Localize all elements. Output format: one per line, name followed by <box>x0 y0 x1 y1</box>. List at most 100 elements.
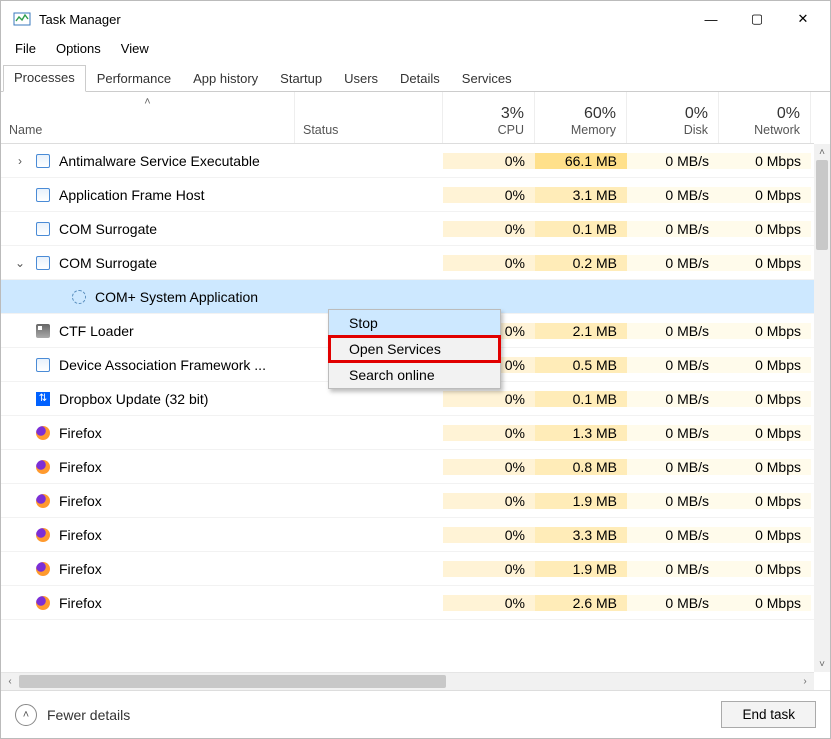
col-header-memory[interactable]: 60% Memory <box>535 92 627 143</box>
memory-label: Memory <box>571 123 616 137</box>
scroll-left-icon[interactable]: ‹ <box>1 676 19 687</box>
scroll-right-icon[interactable]: › <box>796 676 814 687</box>
cpu-label: CPU <box>498 123 524 137</box>
end-task-button[interactable]: End task <box>721 701 816 728</box>
vertical-scroll-thumb[interactable] <box>816 160 828 250</box>
fewer-details-button[interactable]: ˄ Fewer details <box>15 704 130 726</box>
tab-details[interactable]: Details <box>389 66 451 92</box>
process-net: 0 Mbps <box>719 425 811 441</box>
app-window-icon <box>35 153 51 169</box>
process-disk: 0 MB/s <box>627 153 719 169</box>
app-window-icon <box>35 255 51 271</box>
process-cpu: 0% <box>443 459 535 475</box>
process-mem: 0.8 MB <box>535 459 627 475</box>
fewer-details-label: Fewer details <box>47 707 130 723</box>
tab-performance[interactable]: Performance <box>86 66 182 92</box>
process-disk: 0 MB/s <box>627 221 719 237</box>
process-net: 0 Mbps <box>719 323 811 339</box>
ctx-search-online[interactable]: Search online <box>329 362 500 388</box>
process-disk: 0 MB/s <box>627 459 719 475</box>
col-header-status[interactable]: Status <box>295 92 443 143</box>
process-row[interactable]: Application Frame Host0%3.1 MB0 MB/s0 Mb… <box>1 178 814 212</box>
maximize-icon: ▢ <box>751 11 763 27</box>
col-header-status-label: Status <box>303 123 338 137</box>
menu-view[interactable]: View <box>113 39 157 58</box>
process-net: 0 Mbps <box>719 187 811 203</box>
sort-indicator-icon: ˄ <box>144 96 150 108</box>
process-row[interactable]: ⌄COM Surrogate0%0.2 MB0 MB/s0 Mbps <box>1 246 814 280</box>
process-net: 0 Mbps <box>719 527 811 543</box>
minimize-button[interactable]: — <box>688 4 734 34</box>
tab-app-history[interactable]: App history <box>182 66 269 92</box>
tab-startup[interactable]: Startup <box>269 66 333 92</box>
process-mem: 2.1 MB <box>535 323 627 339</box>
hscroll-track[interactable] <box>19 673 796 690</box>
col-header-name-label: Name <box>9 123 42 137</box>
process-mem: 66.1 MB <box>535 153 627 169</box>
maximize-button[interactable]: ▢ <box>734 4 780 34</box>
app-icon <box>13 10 31 28</box>
tab-processes[interactable]: Processes <box>3 65 86 92</box>
horizontal-scroll-thumb[interactable] <box>19 675 446 688</box>
process-disk: 0 MB/s <box>627 255 719 271</box>
ctx-stop[interactable]: Stop <box>329 310 500 336</box>
process-row[interactable]: COM Surrogate0%0.1 MB0 MB/s0 Mbps <box>1 212 814 246</box>
scroll-down-icon[interactable]: ˅ <box>814 656 830 672</box>
process-cpu: 0% <box>443 561 535 577</box>
process-mem: 3.3 MB <box>535 527 627 543</box>
close-button[interactable]: ✕ <box>780 4 826 34</box>
process-grid: ˄ Name Status 3% CPU 60% Memory 0% Disk <box>1 92 814 672</box>
scroll-up-icon[interactable]: ˄ <box>814 144 830 160</box>
process-net: 0 Mbps <box>719 391 811 407</box>
tab-services[interactable]: Services <box>451 66 523 92</box>
process-disk: 0 MB/s <box>627 187 719 203</box>
footer: ˄ Fewer details End task <box>1 690 830 738</box>
app-window-icon <box>35 221 51 237</box>
process-name: COM+ System Application <box>95 289 258 305</box>
col-header-network[interactable]: 0% Network <box>719 92 811 143</box>
process-net: 0 Mbps <box>719 153 811 169</box>
process-mem: 0.1 MB <box>535 391 627 407</box>
tab-strip: Processes Performance App history Startu… <box>1 64 830 92</box>
process-disk: 0 MB/s <box>627 527 719 543</box>
chevron-up-icon: ˄ <box>15 704 37 726</box>
process-grid-area: ˄ Name Status 3% CPU 60% Memory 0% Disk <box>1 92 830 690</box>
col-header-name[interactable]: ˄ Name <box>1 92 295 143</box>
titlebar: Task Manager — ▢ ✕ <box>1 1 830 37</box>
process-row[interactable]: Firefox0%1.9 MB0 MB/s0 Mbps <box>1 484 814 518</box>
ctx-open-services[interactable]: Open Services <box>329 336 500 362</box>
menu-file[interactable]: File <box>7 39 44 58</box>
process-cpu: 0% <box>443 153 535 169</box>
process-name: Antimalware Service Executable <box>59 153 260 169</box>
vertical-scrollbar[interactable]: ˄ ˅ <box>814 144 830 672</box>
menu-options[interactable]: Options <box>48 39 109 58</box>
col-header-cpu[interactable]: 3% CPU <box>443 92 535 143</box>
horizontal-scrollbar[interactable]: ‹ › <box>1 672 814 690</box>
window-title: Task Manager <box>39 12 121 27</box>
process-cpu: 0% <box>443 221 535 237</box>
process-row[interactable]: Firefox0%1.3 MB0 MB/s0 Mbps <box>1 416 814 450</box>
ctf-icon <box>35 323 51 339</box>
process-row[interactable]: Firefox0%3.3 MB0 MB/s0 Mbps <box>1 518 814 552</box>
tab-users[interactable]: Users <box>333 66 389 92</box>
process-row[interactable]: Firefox0%2.6 MB0 MB/s0 Mbps <box>1 586 814 620</box>
expander-icon[interactable]: ⌄ <box>13 256 27 270</box>
process-name: Dropbox Update (32 bit) <box>59 391 208 407</box>
process-net: 0 Mbps <box>719 255 811 271</box>
process-row[interactable]: Firefox0%0.8 MB0 MB/s0 Mbps <box>1 450 814 484</box>
process-row[interactable]: › Antimalware Service Executable 0%66.1 MB… <box>1 144 814 178</box>
col-header-disk[interactable]: 0% Disk <box>627 92 719 143</box>
expander-icon[interactable]: › <box>13 154 27 168</box>
firefox-icon <box>35 527 51 543</box>
firefox-icon <box>35 595 51 611</box>
process-cpu: 0% <box>443 595 535 611</box>
process-net: 0 Mbps <box>719 595 811 611</box>
disk-label: Disk <box>684 123 708 137</box>
firefox-icon <box>35 493 51 509</box>
process-name: Firefox <box>59 493 102 509</box>
firefox-icon <box>35 561 51 577</box>
process-mem: 2.6 MB <box>535 595 627 611</box>
process-mem: 1.9 MB <box>535 493 627 509</box>
process-row[interactable]: Firefox0%1.9 MB0 MB/s0 Mbps <box>1 552 814 586</box>
process-name: COM Surrogate <box>59 255 157 271</box>
